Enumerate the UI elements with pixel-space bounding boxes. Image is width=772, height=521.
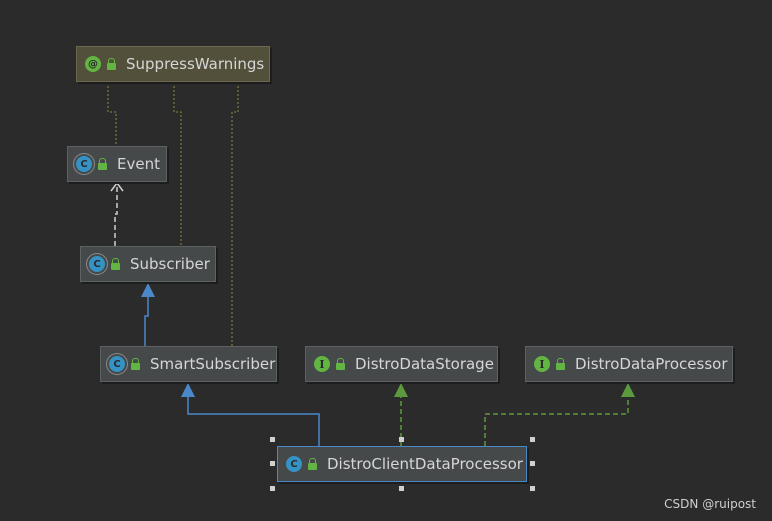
abstract-class-icon: C <box>109 356 125 372</box>
distro-data-storage-node[interactable]: I DistroDataStorage <box>305 346 498 382</box>
node-label: Subscriber <box>130 255 210 273</box>
selection-handle-top[interactable] <box>399 437 404 442</box>
annotation-icon: @ <box>85 56 101 72</box>
subscriber-node[interactable]: C Subscriber <box>80 246 216 282</box>
lock-icon <box>335 358 347 370</box>
lock-icon <box>110 258 122 270</box>
interface-icon: I <box>314 356 330 372</box>
selection-handle-left[interactable] <box>270 461 275 466</box>
selection-handle-bottom-left[interactable] <box>270 486 275 491</box>
lock-icon <box>307 458 319 470</box>
selection-handle-bottom-right[interactable] <box>530 486 535 491</box>
abstract-class-icon: C <box>76 156 92 172</box>
implements-arrowhead-processor <box>621 383 635 397</box>
event-node[interactable]: C Event <box>67 146 167 182</box>
extends-smartsubscriber-subscriber <box>144 296 149 346</box>
selection-handle-top-right[interactable] <box>530 437 535 442</box>
extends-arrowhead-subscriber <box>141 283 155 297</box>
suppress-warnings-node[interactable]: @ SuppressWarnings <box>76 46 270 82</box>
selection-handle-top-left[interactable] <box>270 437 275 442</box>
node-label: SmartSubscriber <box>150 355 276 373</box>
watermark: CSDN @ruipost <box>664 497 756 511</box>
dependency-subscriber-event <box>114 186 118 246</box>
selection-handle-right[interactable] <box>530 461 535 466</box>
interface-icon: I <box>534 356 550 372</box>
selection-handle-bottom[interactable] <box>399 486 404 491</box>
annotation-link-subscriber <box>173 82 182 246</box>
annotation-link-event <box>107 82 117 146</box>
abstract-class-icon: C <box>89 256 105 272</box>
node-label: SuppressWarnings <box>126 55 265 73</box>
implements-arrowhead-storage <box>394 383 408 397</box>
extends-client-smartsubscriber <box>187 396 320 446</box>
lock-icon <box>106 58 118 70</box>
implements-client-processor <box>484 396 629 446</box>
smart-subscriber-node[interactable]: C SmartSubscriber <box>100 346 277 382</box>
class-icon: C <box>286 456 302 472</box>
lock-icon <box>555 358 567 370</box>
annotation-link-smartsubscriber <box>231 82 239 346</box>
node-label: DistroClientDataProcessor <box>327 455 523 473</box>
node-label: DistroDataProcessor <box>575 355 728 373</box>
node-label: Event <box>117 155 160 173</box>
lock-icon <box>130 358 142 370</box>
distro-client-data-processor-node[interactable]: C DistroClientDataProcessor <box>277 446 527 482</box>
extends-arrowhead-smartsubscriber <box>181 383 195 397</box>
node-label: DistroDataStorage <box>355 355 494 373</box>
lock-icon <box>97 158 109 170</box>
distro-data-processor-node[interactable]: I DistroDataProcessor <box>525 346 733 382</box>
